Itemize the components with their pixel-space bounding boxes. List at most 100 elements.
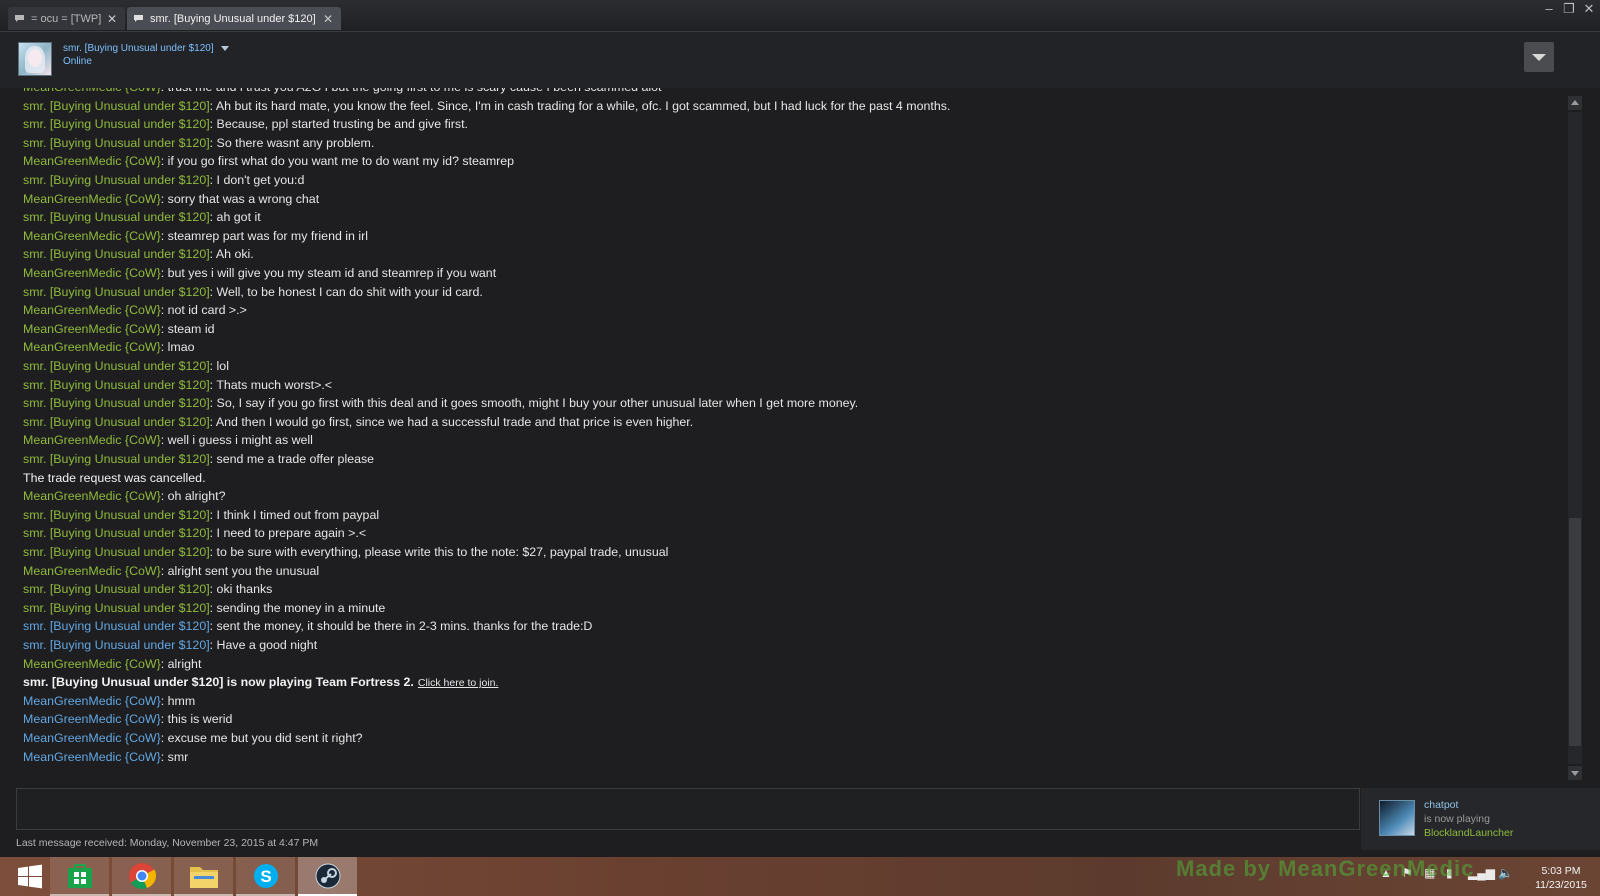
chat-message: smr. [Buying Unusual under $120]: Well, … <box>23 283 483 302</box>
chat-message: smr. [Buying Unusual under $120]: lol <box>23 357 229 376</box>
message-text: : oki thanks <box>209 582 273 597</box>
last-message-received: Last message received: Monday, November … <box>16 837 319 849</box>
message-sender[interactable]: MeanGreenMedic {CoW} <box>23 712 161 726</box>
message-text: : ah got it <box>209 210 261 225</box>
message-text: : Ah but its hard mate, you know the fee… <box>209 98 951 113</box>
chat-message: smr. [Buying Unusual under $120]: sendin… <box>23 599 385 618</box>
message-sender[interactable]: MeanGreenMedic {CoW} <box>23 192 161 206</box>
chat-message: smr. [Buying Unusual under $120]: I don'… <box>23 171 304 190</box>
message-sender[interactable]: MeanGreenMedic {CoW} <box>23 229 161 243</box>
chat-message: MeanGreenMedic {CoW}: alright <box>23 655 201 674</box>
skype-icon[interactable]: S <box>236 857 295 896</box>
minimize-button[interactable]: – <box>1540 1 1558 17</box>
message-sender[interactable]: smr. [Buying Unusual under $120] <box>23 359 210 373</box>
tab-ocu[interactable]: = ocu = [TWP] ✕ <box>8 7 125 30</box>
chat-bubble-icon <box>133 14 144 23</box>
network-icon[interactable]: ▂▄▆ <box>1468 866 1495 880</box>
scroll-thumb[interactable] <box>1569 518 1581 746</box>
chevron-down-icon[interactable] <box>220 46 229 51</box>
store-icon[interactable] <box>50 857 109 896</box>
chat-message: MeanGreenMedic {CoW}: but yes i will giv… <box>23 264 496 283</box>
close-tab-icon[interactable]: ✕ <box>107 12 117 26</box>
message-text: : And then I would go first, since we ha… <box>209 414 694 429</box>
message-sender[interactable]: smr. [Buying Unusual under $120] <box>23 117 210 131</box>
friend-name[interactable]: smr. [Buying Unusual under $120] <box>63 43 229 54</box>
message-text: : sent the money, it should be there in … <box>209 619 593 634</box>
game-status-message: smr. [Buying Unusual under $120] is now … <box>23 673 498 692</box>
message-sender[interactable]: smr. [Buying Unusual under $120] <box>23 210 210 224</box>
message-sender[interactable]: smr. [Buying Unusual under $120] <box>23 526 210 540</box>
message-sender[interactable]: smr. [Buying Unusual under $120] <box>23 638 210 652</box>
message-sender[interactable]: smr. [Buying Unusual under $120] <box>23 452 210 466</box>
taskbar-clock[interactable]: 5:03 PM 11/23/2015 <box>1528 864 1594 892</box>
chrome-icon[interactable] <box>112 857 171 896</box>
message-sender[interactable]: smr. [Buying Unusual under $120] <box>23 285 210 299</box>
message-sender[interactable]: MeanGreenMedic {CoW} <box>23 489 161 503</box>
chat-message: smr. [Buying Unusual under $120]: So the… <box>23 134 374 153</box>
chat-bubble-icon <box>14 14 25 23</box>
message-text: : Ah oki. <box>209 247 254 262</box>
close-window-button[interactable]: ✕ <box>1580 1 1598 17</box>
scroll-up-arrow-icon[interactable] <box>1568 96 1582 110</box>
volume-icon[interactable]: 🔈 <box>1498 866 1513 880</box>
chat-scrollbar[interactable] <box>1568 96 1582 780</box>
chat-log[interactable]: MeanGreenMedic {CoW}: trust me and i tru… <box>0 88 1560 782</box>
show-hidden-icons-icon[interactable]: ▲ <box>1380 866 1392 880</box>
message-sender[interactable]: smr. [Buying Unusual under $120] <box>23 173 210 187</box>
message-text: : steamrep part was for my friend in irl <box>160 228 369 243</box>
message-sender[interactable]: smr. [Buying Unusual under $120] <box>23 415 210 429</box>
message-sender[interactable]: smr. [Buying Unusual under $120] <box>23 247 210 261</box>
message-sender[interactable]: smr. [Buying Unusual under $120] <box>23 601 210 615</box>
friend-notification[interactable]: chatpot is now playing BlocklandLauncher <box>1361 788 1600 850</box>
chat-message: MeanGreenMedic {CoW}: smr <box>23 748 188 767</box>
message-sender[interactable]: smr. [Buying Unusual under $120] <box>23 378 210 392</box>
message-sender[interactable]: MeanGreenMedic {CoW} <box>23 750 161 764</box>
windows-update-icon[interactable]: ▦ <box>1424 866 1435 880</box>
message-sender[interactable]: smr. [Buying Unusual under $120] <box>23 582 210 596</box>
message-sender[interactable]: MeanGreenMedic {CoW} <box>23 266 161 280</box>
message-text: : Thats much worst>.< <box>209 377 333 392</box>
maximize-button[interactable]: ❐ <box>1560 1 1578 17</box>
message-sender[interactable]: MeanGreenMedic {CoW} <box>23 322 161 336</box>
message-text: : I need to prepare again >.< <box>209 526 367 541</box>
tab-smr[interactable]: smr. [Buying Unusual under $120] ✕ <box>127 7 341 30</box>
message-text: : not id card >.> <box>160 303 247 318</box>
message-sender[interactable]: MeanGreenMedic {CoW} <box>23 694 161 708</box>
message-text: : hmm <box>160 693 196 708</box>
message-sender[interactable]: MeanGreenMedic {CoW} <box>23 657 161 671</box>
friend-avatar[interactable] <box>18 42 52 76</box>
power-icon[interactable]: ▮ <box>1446 866 1453 880</box>
message-text: : but yes i will give you my steam id an… <box>160 266 497 280</box>
message-sender[interactable]: smr. [Buying Unusual under $120] <box>23 545 210 559</box>
message-text: : So there wasnt any problem. <box>209 135 375 150</box>
chat-message: MeanGreenMedic {CoW}: lmao <box>23 338 195 357</box>
message-text: : alright sent you the unusual <box>160 563 320 578</box>
notification-text: is now playing <box>1424 813 1490 825</box>
join-game-link[interactable]: Click here to join. <box>418 677 499 689</box>
message-input[interactable] <box>16 788 1360 830</box>
scroll-down-arrow-icon[interactable] <box>1568 766 1582 780</box>
chat-message: smr. [Buying Unusual under $120]: Ah oki… <box>23 245 254 264</box>
message-text: : if you go first what do you want me to… <box>160 154 515 169</box>
message-text: : excuse me but you did sent it right? <box>160 731 363 745</box>
action-center-flag-icon[interactable]: ⚑ <box>1402 866 1413 880</box>
message-sender[interactable]: MeanGreenMedic {CoW} <box>23 303 161 317</box>
message-sender[interactable]: MeanGreenMedic {CoW} <box>23 433 161 447</box>
scroll-track[interactable] <box>1568 112 1582 764</box>
message-sender[interactable]: MeanGreenMedic {CoW} <box>23 731 161 745</box>
steam-icon[interactable] <box>298 857 357 896</box>
message-sender[interactable]: smr. [Buying Unusual under $120] <box>23 99 210 113</box>
chat-options-button[interactable] <box>1524 42 1554 72</box>
chat-message: smr. [Buying Unusual under $120]: So, I … <box>23 394 858 413</box>
message-sender[interactable]: smr. [Buying Unusual under $120] <box>23 136 210 150</box>
message-sender[interactable]: MeanGreenMedic {CoW} <box>23 154 161 168</box>
message-sender[interactable]: MeanGreenMedic {CoW} <box>23 564 161 578</box>
message-sender[interactable]: MeanGreenMedic {CoW} <box>23 340 161 354</box>
close-tab-icon[interactable]: ✕ <box>323 12 333 26</box>
file-explorer-icon[interactable] <box>174 857 233 896</box>
message-sender[interactable]: smr. [Buying Unusual under $120] <box>23 396 210 410</box>
message-sender[interactable]: smr. [Buying Unusual under $120] <box>23 508 210 522</box>
message-sender[interactable]: smr. [Buying Unusual under $120] <box>23 619 210 633</box>
message-text: : Have a good night <box>209 638 318 652</box>
message-sender[interactable]: MeanGreenMedic {CoW} <box>23 88 161 94</box>
